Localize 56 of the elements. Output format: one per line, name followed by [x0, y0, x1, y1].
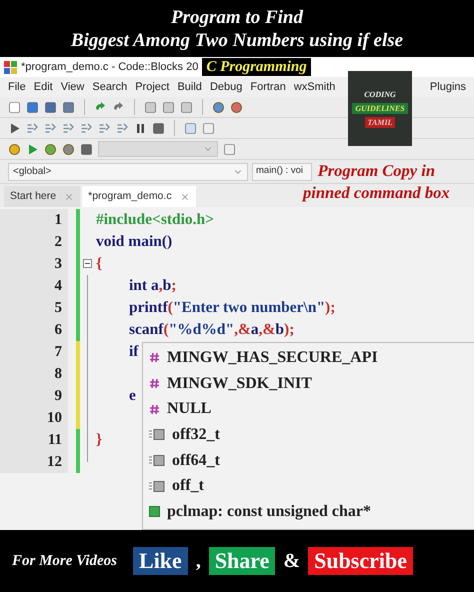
- menu-item[interactable]: Edit: [30, 78, 57, 96]
- function-dropdown[interactable]: main() : voi: [252, 162, 312, 180]
- promo-text: For More Videos: [12, 552, 118, 571]
- editor-tab[interactable]: *program_demo.c: [82, 186, 196, 207]
- social-button[interactable]: Subscribe: [308, 547, 414, 575]
- line-number: 12: [47, 452, 62, 472]
- menu-item[interactable]: Debug: [206, 78, 246, 96]
- code-line: scanf("%d%d",&a,&b);: [129, 321, 294, 338]
- logo-text: TAMIL: [364, 117, 396, 128]
- code-line: }: [96, 431, 102, 448]
- code-line: e: [129, 387, 136, 404]
- line-number: 11: [48, 430, 62, 450]
- suggestion-item[interactable]: NULL: [143, 396, 474, 422]
- code-line: printf("Enter two number\n");: [129, 299, 336, 316]
- code-line: int a,b;: [129, 277, 176, 294]
- video-title: Program to Find: [171, 6, 303, 28]
- note-text: pinned command box: [303, 182, 450, 204]
- logo-text: GUIDELINES: [352, 103, 408, 114]
- line-number: 7: [54, 342, 62, 362]
- line-number: 9: [54, 386, 62, 406]
- code-line: {: [96, 255, 102, 272]
- suggestion-item[interactable]: MINGW_HAS_SECURE_API: [143, 345, 474, 371]
- social-button[interactable]: Like: [133, 547, 188, 575]
- menu-item[interactable]: wxSmith: [290, 78, 340, 96]
- separator-text: ,: [196, 549, 201, 574]
- line-number: 3: [54, 254, 62, 274]
- menu-item[interactable]: File: [4, 78, 30, 96]
- line-number: 8: [54, 364, 62, 384]
- line-number: 1: [54, 210, 62, 230]
- line-number: 2: [54, 232, 62, 252]
- editor-tab[interactable]: Start here: [4, 186, 80, 207]
- caption-label: C Programming: [202, 58, 311, 76]
- separator-text: &: [283, 549, 300, 574]
- window-title: *program_demo.c - Code::Blocks 20: [21, 60, 198, 75]
- logo-text: CODING: [363, 89, 397, 100]
- line-number: 5: [54, 298, 62, 318]
- code-line: if: [129, 343, 138, 360]
- video-title: Biggest Among Two Numbers using if else: [70, 28, 404, 52]
- menu-item[interactable]: Project: [131, 78, 174, 96]
- scope-dropdown[interactable]: <global>: [8, 162, 248, 180]
- code-line: #include<stdio.h>: [96, 211, 214, 228]
- line-number: 4: [54, 276, 62, 296]
- code-line: void main(): [96, 233, 172, 250]
- menu-item[interactable]: Fortran: [246, 78, 290, 96]
- suggestion-item[interactable]: MINGW_SDK_INIT: [143, 370, 474, 396]
- menu-item[interactable]: Plugins: [426, 78, 470, 96]
- menu-item[interactable]: Search: [88, 78, 132, 96]
- note-text: Program Copy in: [318, 160, 436, 182]
- menu-item[interactable]: View: [56, 78, 88, 96]
- suggestion-item[interactable]: off32_t: [143, 422, 474, 448]
- line-number: 6: [54, 320, 62, 340]
- suggestion-item[interactable]: pclmap: const unsigned char*: [143, 499, 474, 525]
- suggestion-item[interactable]: off64_t: [143, 448, 474, 474]
- suggestion-item[interactable]: off_t: [143, 473, 474, 500]
- line-number: 10: [47, 408, 62, 428]
- menu-item[interactable]: Build: [173, 78, 206, 96]
